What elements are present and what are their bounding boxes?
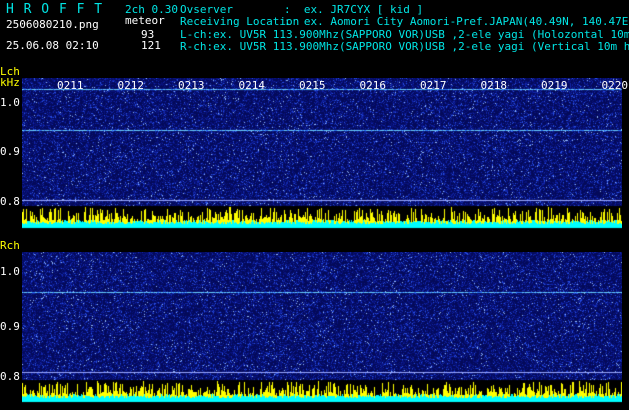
lch-ytick-0-8: 0.8 — [0, 195, 20, 208]
lch-ytick-0-9: 0.9 — [0, 145, 20, 158]
lch-ytick-1-0: 1.0 — [0, 96, 20, 109]
time-tick-0211: 0211 — [57, 79, 84, 92]
time-tick-0212: 0212 — [117, 79, 145, 92]
lch-spectrogram: 0211 0212 0213 0214 0215 0216 0217 0218 0219 0220 — [22, 78, 628, 230]
hrofft-window: H R O F F T 2ch 0.30 2506080210.png mete… — [0, 0, 629, 410]
time-tick-0219: 0219 — [541, 79, 568, 92]
rch-label: Rch — [0, 239, 20, 252]
timestamp-label: 25.06.08 02:10 — [6, 39, 99, 52]
location-label: Receiving Location — [180, 15, 300, 28]
rch-ytick-1-0: 1.0 — [0, 265, 20, 278]
rch-spectrogram-canvas — [22, 252, 622, 404]
time-tick-0216: 0216 — [359, 79, 387, 92]
rch-meteor-count: 121 — [141, 39, 161, 52]
observer-value: : ex. JR7CYX [ kid ] — [284, 3, 424, 16]
lch-info: L-ch:ex. UV5R 113.900Mhz(SAPPORO VOR)USB… — [180, 29, 629, 40]
time-tick-0214: 0214 — [238, 79, 266, 92]
rch-ytick-0-9: 0.9 — [0, 320, 20, 333]
rch-spectrogram — [22, 252, 622, 404]
rch-ytick-0-8: 0.8 — [0, 370, 20, 383]
time-tick-0217: 0217 — [420, 79, 447, 92]
app-title: H R O F F T — [6, 2, 104, 17]
meteor-label: meteor — [125, 14, 165, 27]
time-tick-0218: 0218 — [480, 79, 508, 92]
time-tick-0213: 0213 — [178, 79, 205, 92]
lch-spectrogram-canvas — [22, 78, 622, 230]
lch-unit-label: kHz — [0, 76, 20, 89]
observer-label: Ovserver — [180, 3, 233, 16]
rch-info: R-ch:ex. UV5R 113.900Mhz(SAPPORO VOR)USB… — [180, 41, 629, 52]
location-value: : ex. Aomori City Aomori-Pref.JAPAN(40.4… — [284, 15, 629, 28]
filename-label: 2506080210.png — [6, 18, 99, 31]
time-tick-0215: 0215 — [299, 79, 326, 92]
time-tick-0220: 0220 — [601, 79, 629, 92]
